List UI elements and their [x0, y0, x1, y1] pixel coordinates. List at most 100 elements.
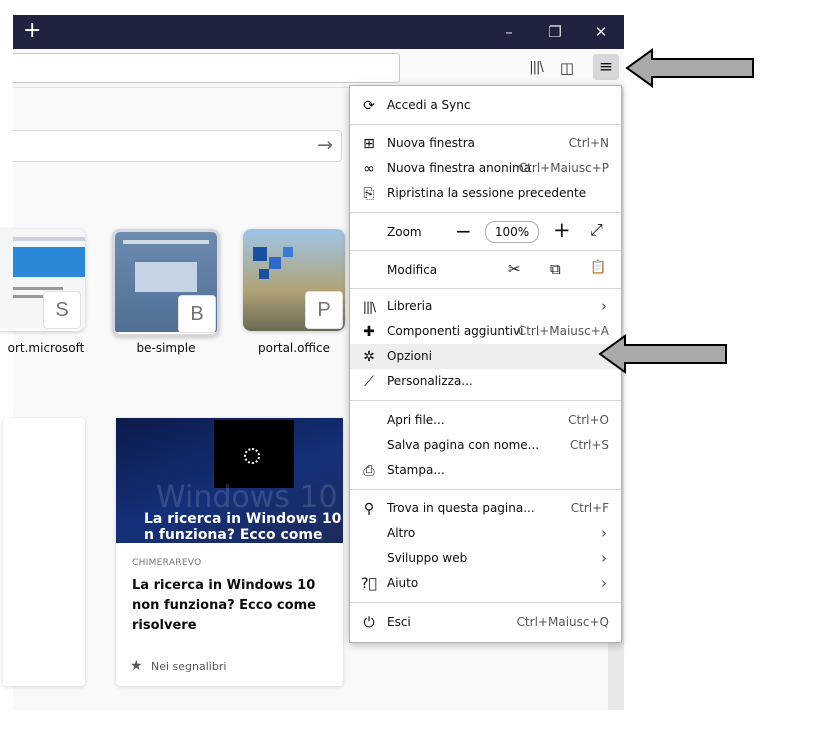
- top-site[interactable]: B be-simple: [112, 229, 220, 355]
- menu-item-shortcut: Ctrl+F: [570, 501, 609, 515]
- navigation-toolbar: |||\ ◫ ≡: [13, 49, 624, 88]
- menu-item-shortcut: Ctrl+Maiusc+Q: [516, 615, 609, 629]
- menu-item-help[interactable]: ?⃝ Aiuto ›: [350, 571, 621, 596]
- chevron-right-icon: ›: [601, 297, 607, 315]
- address-bar[interactable]: [13, 53, 400, 83]
- story-card[interactable]: Windows 10 La ricerca in Windows 10 n fu…: [116, 418, 343, 686]
- chevron-right-icon: ›: [601, 574, 607, 592]
- story-title: La ricerca in Windows 10 non funziona? E…: [132, 578, 316, 633]
- printer-icon: ⎙: [363, 463, 375, 479]
- menu-item-exit[interactable]: ⏻ Esci Ctrl+Maiusc+Q: [350, 610, 621, 635]
- zoom-reset-button[interactable]: 100%: [485, 221, 539, 243]
- menu-item-new-window[interactable]: ⊞ Nuova finestra Ctrl+N: [350, 131, 621, 156]
- menu-item-options[interactable]: ✲ Opzioni: [350, 344, 621, 369]
- story-card[interactable]: [3, 418, 85, 686]
- menu-item-label: Sviluppo web: [387, 551, 468, 565]
- menu-item-label: Componenti aggiuntivi: [387, 324, 524, 338]
- menu-item-label: Ripristina la sessione precedente: [387, 186, 587, 200]
- paintbrush-icon: ⟋: [364, 374, 374, 390]
- menu-item-edit: Modifica ✂ ⧉ 📋: [350, 256, 621, 284]
- close-button[interactable]: ✕: [578, 15, 624, 49]
- restore-session-icon: ⎘: [363, 186, 375, 202]
- menu-item-open-file[interactable]: Apri file... Ctrl+O: [350, 408, 621, 433]
- menu-separator: [350, 212, 621, 213]
- menu-separator: [350, 400, 621, 401]
- menu-item-label: Trova in questa pagina...: [387, 501, 535, 515]
- menu-item-shortcut: Ctrl+O: [568, 413, 609, 427]
- top-site-thumbnail: P: [243, 229, 345, 331]
- loading-spinner-icon: [244, 448, 260, 464]
- menu-item-label: Modifica: [387, 263, 438, 277]
- bookmark-star-icon: ★: [130, 658, 143, 674]
- image-caption: La ricerca in Windows 10 n funziona? Ecc…: [144, 511, 342, 543]
- menu-separator: [350, 288, 621, 289]
- top-site[interactable]: S ort.microsoft: [0, 229, 85, 355]
- menu-item-label: Aiuto: [387, 576, 419, 590]
- menu-separator: [350, 250, 621, 251]
- top-site[interactable]: P portal.office: [243, 229, 345, 355]
- menu-item-label: Libreria: [387, 299, 433, 313]
- top-site-label: ort.microsoft: [7, 341, 85, 355]
- library-icon[interactable]: |||\: [523, 55, 549, 81]
- menu-item-more[interactable]: Altro ›: [350, 521, 621, 546]
- menu-item-save-page[interactable]: Salva pagina con nome... Ctrl+S: [350, 433, 621, 458]
- tile-letter: S: [43, 291, 81, 329]
- restore-button[interactable]: ❐: [532, 15, 578, 49]
- library-icon: |||\: [362, 300, 376, 314]
- sidebar-icon[interactable]: ◫: [554, 55, 580, 81]
- story-image: Windows 10 La ricerca in Windows 10 n fu…: [116, 418, 343, 543]
- menu-item-print[interactable]: ⎙ Stampa...: [350, 458, 621, 483]
- menu-separator: [350, 602, 621, 603]
- top-site-label: portal.office: [257, 341, 331, 355]
- fullscreen-icon[interactable]: ⤢: [590, 220, 603, 240]
- chevron-right-icon: ›: [601, 549, 607, 567]
- paste-icon[interactable]: 📋: [590, 260, 606, 275]
- puzzle-icon: ✚: [363, 324, 375, 340]
- menu-item-shortcut: Ctrl+Maiusc+A: [517, 324, 609, 338]
- menu-item-restore-session[interactable]: ⎘ Ripristina la sessione precedente: [350, 181, 621, 206]
- menu-item-library[interactable]: |||\ Libreria ›: [350, 294, 621, 319]
- search-icon: ⚲: [363, 501, 375, 517]
- menu-item-label: Nuova finestra: [387, 136, 475, 150]
- menu-item-label: Stampa...: [387, 463, 445, 477]
- menu-item-label: Zoom: [387, 225, 422, 239]
- zoom-in-button[interactable]: +: [553, 218, 571, 242]
- menu-item-private-window[interactable]: ∞ Nuova finestra anonima Ctrl+Maiusc+P: [350, 156, 621, 181]
- menu-item-customize[interactable]: ⟋ Personalizza...: [350, 369, 621, 394]
- annotation-arrow-options: [598, 334, 727, 374]
- menu-item-sync[interactable]: ⟳ Accedi a Sync: [350, 93, 621, 118]
- zoom-out-button[interactable]: −: [455, 219, 472, 243]
- menu-item-zoom: Zoom − 100% + ⤢: [350, 218, 621, 246]
- menu-item-web-developer[interactable]: Sviluppo web ›: [350, 546, 621, 571]
- menu-item-label: Personalizza...: [387, 374, 473, 388]
- search-go-icon[interactable]: →: [317, 134, 333, 156]
- menu-item-shortcut: Ctrl+S: [569, 438, 609, 452]
- story-source: CHIMERAREVO: [132, 558, 202, 568]
- menu-item-label: Altro: [387, 526, 416, 540]
- cut-icon[interactable]: ✂: [508, 260, 521, 278]
- help-icon: ?⃝: [361, 576, 377, 592]
- story-context: Nei segnalibri: [151, 660, 227, 673]
- top-site-thumbnail: S: [0, 229, 85, 331]
- menu-item-shortcut: Ctrl+Maiusc+P: [518, 161, 609, 175]
- menu-item-addons[interactable]: ✚ Componenti aggiuntivi Ctrl+Maiusc+A: [350, 319, 621, 344]
- new-window-icon: ⊞: [363, 136, 375, 152]
- search-box[interactable]: →: [13, 130, 342, 162]
- menu-button[interactable]: ≡: [593, 54, 619, 80]
- menu-separator: [350, 489, 621, 490]
- top-site-label: be-simple: [136, 341, 196, 355]
- tile-letter: P: [305, 291, 343, 329]
- new-tab-button[interactable]: +: [23, 18, 41, 44]
- menu-item-find[interactable]: ⚲ Trova in questa pagina... Ctrl+F: [350, 496, 621, 521]
- gear-icon: ✲: [363, 349, 375, 365]
- chevron-right-icon: ›: [601, 524, 607, 542]
- minimize-button[interactable]: –: [486, 15, 532, 49]
- private-mask-icon: ∞: [363, 161, 375, 177]
- title-bar: + – ❐ ✕: [13, 15, 624, 49]
- copy-icon[interactable]: ⧉: [550, 260, 561, 278]
- menu-item-label: Salva pagina con nome...: [387, 438, 540, 452]
- image-watermark: Windows 10: [156, 480, 338, 515]
- menu-item-label: Apri file...: [387, 413, 445, 427]
- menu-item-label: Nuova finestra anonima: [387, 161, 532, 175]
- menu-separator: [350, 124, 621, 125]
